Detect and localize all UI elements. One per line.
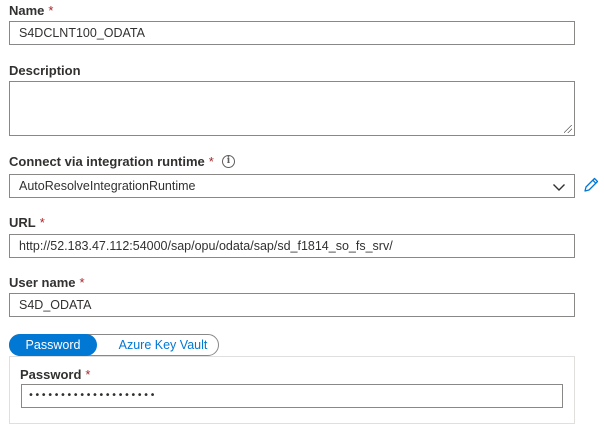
username-label: User name * xyxy=(9,275,85,291)
password-input[interactable]: •••••••••••••••••••• xyxy=(21,384,563,408)
chevron-down-icon xyxy=(553,184,565,191)
password-panel: Password * •••••••••••••••••••• xyxy=(9,356,575,424)
required-marker: * xyxy=(208,154,214,169)
url-label-text: URL xyxy=(9,215,36,230)
resize-grip-icon[interactable] xyxy=(564,125,572,133)
username-label-text: User name xyxy=(9,275,76,290)
integration-runtime-selected: AutoResolveIntegrationRuntime xyxy=(19,179,196,193)
info-icon[interactable]: i xyxy=(222,155,235,168)
integration-runtime-label-text: Connect via integration runtime xyxy=(9,154,205,169)
integration-runtime-dropdown[interactable]: AutoResolveIntegrationRuntime xyxy=(9,174,575,198)
password-label-text: Password xyxy=(20,367,82,382)
url-label: URL * xyxy=(9,215,45,231)
required-marker: * xyxy=(85,367,91,382)
required-marker: * xyxy=(39,215,45,230)
name-label: Name * xyxy=(9,3,53,19)
name-input[interactable]: S4DCLNT100_ODATA xyxy=(9,21,575,45)
name-label-text: Name xyxy=(9,3,45,18)
integration-runtime-label: Connect via integration runtime * xyxy=(9,154,214,170)
description-label: Description xyxy=(9,63,81,78)
pencil-icon[interactable] xyxy=(582,176,600,194)
description-textarea[interactable] xyxy=(9,81,575,136)
required-marker: * xyxy=(79,275,85,290)
password-label: Password * xyxy=(20,367,90,383)
auth-type-toggle: Password Azure Key Vault xyxy=(9,334,219,356)
username-input[interactable]: S4D_ODATA xyxy=(9,293,575,317)
url-input[interactable]: http://52.183.47.112:54000/sap/opu/odata… xyxy=(9,234,575,258)
toggle-option-azure-key-vault[interactable]: Azure Key Vault xyxy=(108,335,218,355)
toggle-option-password[interactable]: Password xyxy=(9,334,97,356)
required-marker: * xyxy=(48,3,54,18)
